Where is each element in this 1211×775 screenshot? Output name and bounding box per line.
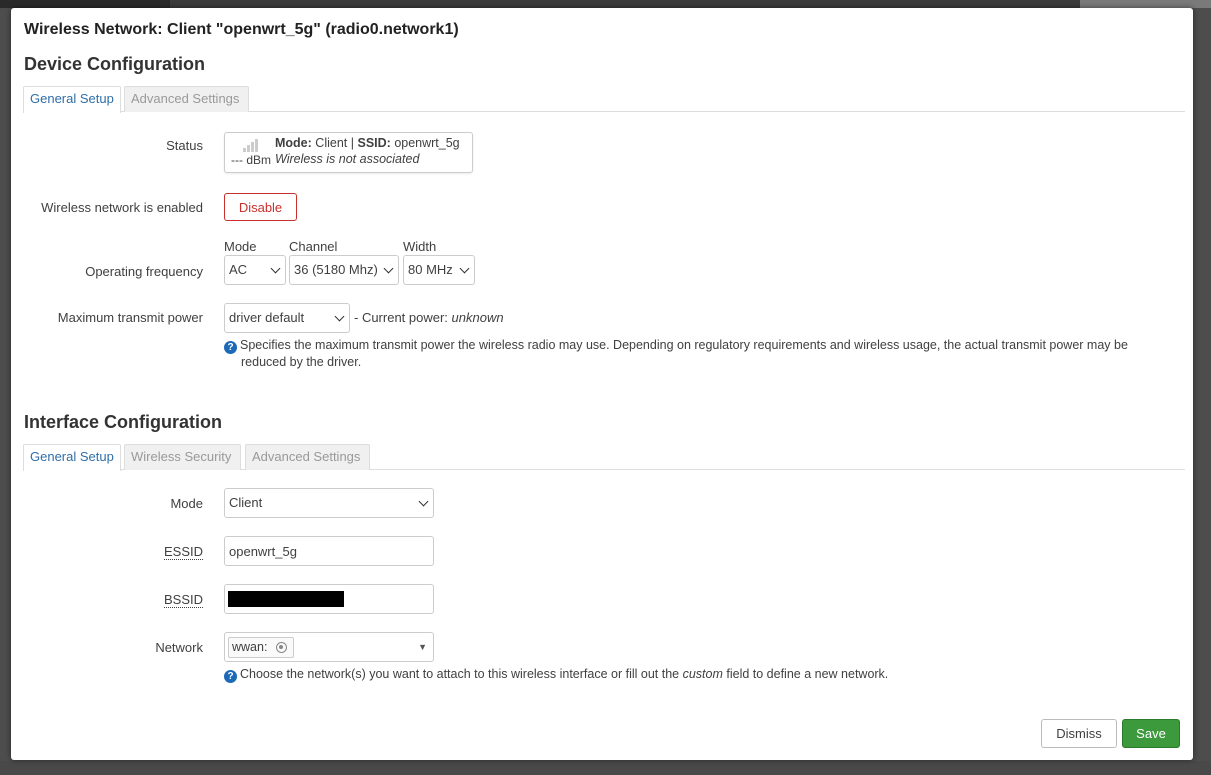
iface-mode-select[interactable]: Client [224,488,434,518]
freq-channel-label: Channel [289,239,338,254]
dropdown-arrow-icon: ▼ [418,642,427,652]
bssid-input[interactable] [224,584,434,614]
chevron-down-icon [459,263,470,274]
chevron-down-icon [418,496,429,507]
device-tabs: General Setup Advanced Settings [23,86,1185,113]
essid-label: ESSID [163,544,203,560]
wireless-config-modal: Wireless Network: Client "openwrt_5g" (r… [11,8,1193,760]
network-help: ? Choose the network(s) you want to attac… [224,666,1124,683]
device-config-title: Device Configuration [24,54,206,74]
freq-mode-select[interactable]: AC [224,255,286,285]
network-icon [276,642,287,653]
txpower-select[interactable]: driver default [224,303,350,333]
dismiss-button[interactable]: Dismiss [1041,719,1117,748]
status-label: Status [166,138,203,153]
save-button[interactable]: Save [1122,719,1180,748]
network-select[interactable]: wwan: ▼ [224,632,434,662]
current-power: - Current power: unknown [354,310,504,325]
channel-select[interactable]: 36 (5180 Mhz) [289,255,399,285]
width-select[interactable]: 80 MHz [403,255,475,285]
background-strip [1080,0,1211,8]
redacted-bar [228,591,344,607]
tab-general-setup[interactable]: General Setup [23,444,121,471]
status-mode-line: Mode: Client | SSID: openwrt_5g [275,136,460,150]
modal-title: Wireless Network: Client "openwrt_5g" (r… [24,21,459,38]
chevron-down-icon [334,311,345,322]
signal-strength-icon [243,138,261,152]
tab-wireless-security[interactable]: Wireless Security [124,444,241,470]
enabled-label: Wireless network is enabled [41,200,203,215]
freq-label: Operating frequency [85,264,203,279]
background-bottom [0,761,1211,775]
iface-config-title: Interface Configuration [24,412,223,432]
freq-width-label: Width [403,239,437,254]
tab-general-setup[interactable]: General Setup [23,86,121,113]
network-chip-wwan[interactable]: wwan: [228,637,294,658]
status-box: --- dBm Mode: Client | SSID: openwrt_5g … [224,132,473,173]
background-strip [0,0,170,8]
help-icon: ? [224,341,237,354]
network-label: Network [155,640,203,655]
association-status: Wireless is not associated [275,152,420,166]
background-strip [170,0,1080,8]
txpower-help: ? Specifies the maximum transmit power th… [224,337,1184,370]
iface-tabs: General Setup Wireless Security Advanced… [23,444,1185,471]
help-icon: ? [224,670,237,683]
chevron-down-icon [383,263,394,274]
disable-button[interactable]: Disable [224,193,297,221]
tab-advanced-settings[interactable]: Advanced Settings [124,86,249,112]
signal-dbm: --- dBm [231,153,271,167]
tab-advanced-settings[interactable]: Advanced Settings [245,444,370,470]
bssid-label: BSSID [163,592,203,608]
iface-mode-label: Mode [170,496,203,511]
freq-mode-label: Mode [224,239,257,254]
txpower-label: Maximum transmit power [57,310,203,325]
essid-input[interactable] [224,536,434,566]
chevron-down-icon [270,263,281,274]
